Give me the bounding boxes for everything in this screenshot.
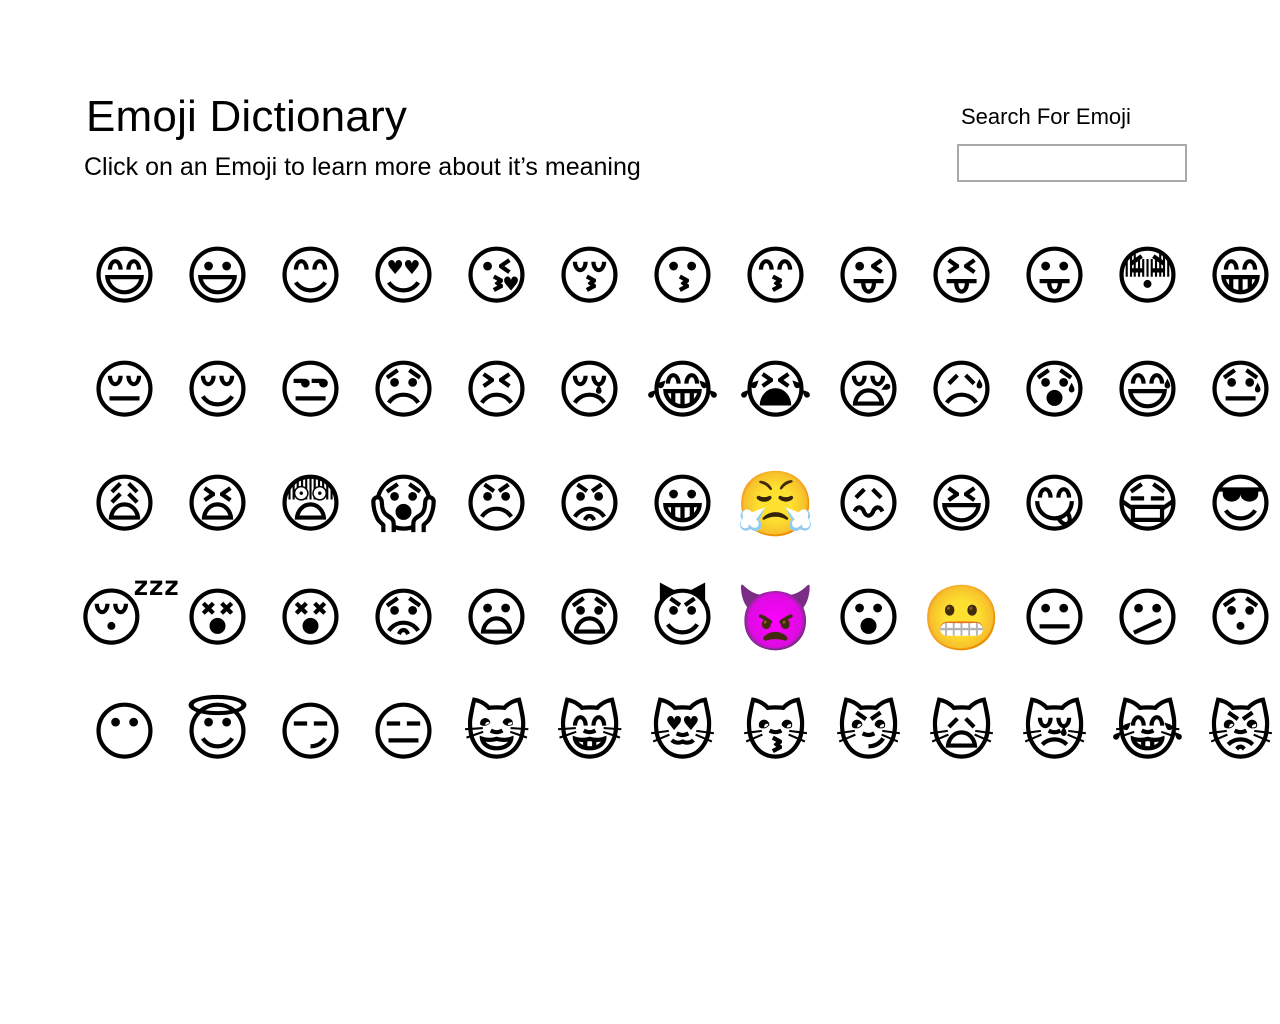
emoji-cat-with-wry-smile[interactable]: 😼 — [822, 693, 915, 773]
emoji-hushed-face[interactable]: 😯 — [1194, 579, 1280, 659]
emoji-anguished-face[interactable]: 😧 — [543, 579, 636, 659]
emoji-squinting-face-with-tongue[interactable]: 😝 — [915, 237, 1008, 317]
emoji-smiling-cat-with-heart-eyes[interactable]: 😻 — [636, 693, 729, 773]
emoji-angry-face-with-horns[interactable]: 👿 — [729, 579, 822, 659]
emoji-grinning-face-with-smiling-eyes[interactable]: 😄 — [78, 237, 171, 317]
emoji-sleeping-face[interactable]: 😴 — [78, 579, 181, 659]
emoji-grinning-face-with-sweat[interactable]: 😅 — [1101, 351, 1194, 431]
search-input[interactable] — [957, 144, 1187, 182]
emoji-downcast-face-with-sweat[interactable]: 😓 — [1194, 351, 1280, 431]
emoji-sleepy-face[interactable]: 😪 — [822, 351, 915, 431]
emoji-pouting-cat[interactable]: 😾 — [1194, 693, 1280, 773]
emoji-face-blowing-a-kiss[interactable]: 😘 — [450, 237, 543, 317]
emoji-smiling-face-with-sunglasses[interactable]: 😎 — [1194, 465, 1280, 545]
emoji-grinning-face[interactable]: 😀 — [636, 465, 729, 545]
emoji-grinning-squinting-face[interactable]: 😆 — [915, 465, 1008, 545]
emoji-kissing-face[interactable]: 😗 — [636, 237, 729, 317]
emoji-grinning-face-with-big-eyes[interactable]: 😃 — [171, 237, 264, 317]
instruction-text: Click on an Emoji to learn more about it… — [84, 153, 641, 181]
emoji-dizzy-face-open-mouth[interactable]: 😵 — [264, 579, 357, 659]
emoji-beaming-face-with-smiling-eyes[interactable]: 😁 — [1194, 237, 1280, 317]
emoji-face-with-steam-from-nose[interactable]: 😤 — [729, 465, 822, 545]
emoji-winking-face-with-tongue[interactable]: 😜 — [822, 237, 915, 317]
emoji-relieved-face[interactable]: 😌 — [171, 351, 264, 431]
emoji-smiling-face-with-horns[interactable]: 😈 — [636, 579, 729, 659]
emoji-worried-face[interactable]: 😟 — [357, 579, 450, 659]
emoji-smirking-face[interactable]: 😏 — [264, 693, 357, 773]
emoji-face-savoring-food[interactable]: 😋 — [1008, 465, 1101, 545]
emoji-angry-face[interactable]: 😠 — [450, 465, 543, 545]
emoji-face-with-tongue[interactable]: 😛 — [1008, 237, 1101, 317]
emoji-face-with-open-mouth[interactable]: 😮 — [822, 579, 915, 659]
emoji-neutral-face[interactable]: 😐 — [1008, 579, 1101, 659]
emoji-flushed-face[interactable]: 😳 — [1101, 237, 1194, 317]
search-label: Search For Emoji — [961, 104, 1131, 129]
emoji-grimacing-face[interactable]: 😬 — [915, 579, 1008, 659]
emoji-row: 😴😵 😵 😟 😦 😧 😈 👿 😮 😬 😐 😕 😯 — [78, 579, 1274, 693]
emoji-face-with-medical-mask[interactable]: 😷 — [1101, 465, 1194, 545]
emoji-smiling-face-with-halo[interactable]: 😇 — [171, 693, 264, 773]
emoji-kissing-face-with-smiling-eyes[interactable]: 😙 — [729, 237, 822, 317]
emoji-dizzy-face[interactable]: 😵 — [171, 579, 264, 659]
page-title: Emoji Dictionary — [86, 92, 408, 142]
emoji-smiling-face-with-smiling-eyes[interactable]: 😊 — [264, 237, 357, 317]
emoji-face-screaming-in-fear[interactable]: 😱 — [357, 465, 450, 545]
emoji-persevering-face[interactable]: 😣 — [450, 351, 543, 431]
emoji-frowning-face-with-open-mouth[interactable]: 😦 — [450, 579, 543, 659]
emoji-weary-face[interactable]: 😩 — [78, 465, 171, 545]
search-area: Search For Emoji — [957, 104, 1187, 182]
emoji-weary-cat[interactable]: 🙀 — [915, 693, 1008, 773]
emoji-loudly-crying-face[interactable]: 😭 — [729, 351, 822, 431]
emoji-grinning-cat-with-smiling-eyes[interactable]: 😸 — [543, 693, 636, 773]
emoji-confounded-face[interactable]: 😖 — [822, 465, 915, 545]
emoji-unamused-face[interactable]: 😒 — [264, 351, 357, 431]
emoji-crying-cat[interactable]: 😿 — [1008, 693, 1101, 773]
emoji-face-with-tears-of-joy[interactable]: 😂 — [636, 351, 729, 431]
emoji-confused-face[interactable]: 😕 — [1101, 579, 1194, 659]
emoji-expressionless-face[interactable]: 😑 — [357, 693, 450, 773]
emoji-pensive-face[interactable]: 😔 — [78, 351, 171, 431]
emoji-kissing-face-with-closed-eyes[interactable]: 😚 — [543, 237, 636, 317]
emoji-fearful-face[interactable]: 😨 — [264, 465, 357, 545]
emoji-row: 😩 😫 😨 😱 😠 😡 😀 😤 😖 😆 😋 😷 😎 — [78, 465, 1274, 579]
emoji-face-without-mouth[interactable]: 😶 — [78, 693, 171, 773]
emoji-enraged-face[interactable]: 😡 — [543, 465, 636, 545]
emoji-cat-with-tears-of-joy[interactable]: 😹 — [1101, 693, 1194, 773]
emoji-kissing-cat[interactable]: 😽 — [729, 693, 822, 773]
emoji-grid: 😄 😃 😊 😍 😘 😚 😗 😙 😜 😝 😛 😳 😁 😔 😌 😒 😞 😣 😢 😂 😭 😪 😥 😰 😅 😓 😩 😫 😨 😱 😠 😡 😀 😤 😖 😆 😋 😷 😎 😴… — [78, 237, 1274, 807]
emoji-anxious-face-with-sweat[interactable]: 😰 — [1008, 351, 1101, 431]
emoji-crying-face[interactable]: 😢 — [543, 351, 636, 431]
emoji-row: 😶 😇 😏 😑 😺 😸 😻 😽 😼 🙀 😿 😹 😾 — [78, 693, 1274, 807]
emoji-tired-face[interactable]: 😫 — [171, 465, 264, 545]
emoji-sad-but-relieved-face[interactable]: 😥 — [915, 351, 1008, 431]
emoji-disappointed-face[interactable]: 😞 — [357, 351, 450, 431]
emoji-row: 😔 😌 😒 😞 😣 😢 😂 😭 😪 😥 😰 😅 😓 — [78, 351, 1274, 465]
emoji-smiling-face-with-heart-eyes[interactable]: 😍 — [357, 237, 450, 317]
emoji-grinning-cat[interactable]: 😺 — [450, 693, 543, 773]
emoji-row: 😄 😃 😊 😍 😘 😚 😗 😙 😜 😝 😛 😳 😁 — [78, 237, 1274, 351]
